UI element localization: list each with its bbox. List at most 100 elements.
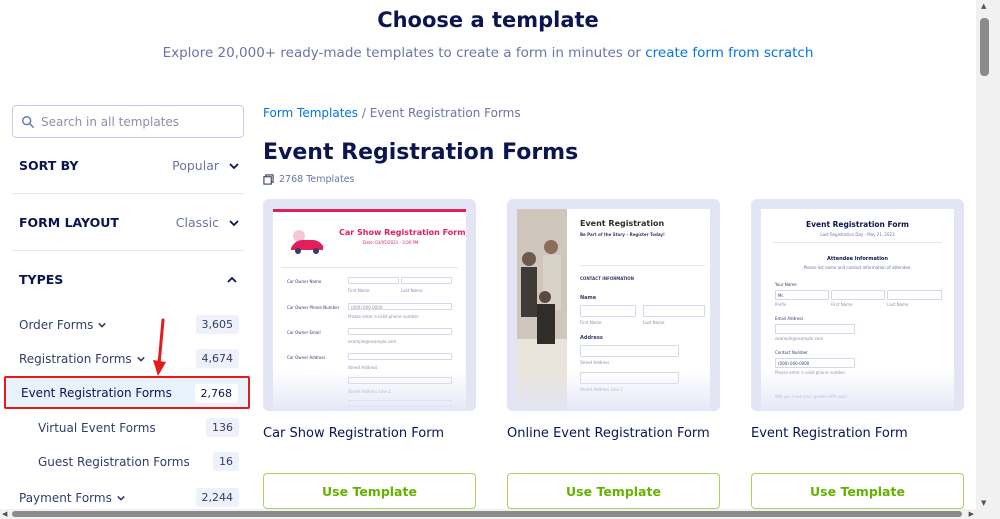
template-card-online-event[interactable]: Event Registration Be Part of the Story … <box>507 199 720 509</box>
preview-field: Car Owner Address <box>287 355 326 360</box>
chevron-up-icon[interactable] <box>227 275 237 285</box>
type-item-payment-forms[interactable]: Payment Forms 2,244 <box>19 488 239 507</box>
type-item-virtual-event-forms[interactable]: Virtual Event Forms 136 <box>38 418 239 437</box>
sort-by-value: Popular <box>172 158 219 173</box>
type-label: Virtual Event Forms <box>38 420 156 435</box>
preview-sub: Please enter a valid phone number. <box>348 314 420 319</box>
types-label: TYPES <box>19 272 64 287</box>
horizontal-scrollbar[interactable]: ◀ ▶ <box>0 509 976 519</box>
breadcrumb: Form Templates / Event Registration Form… <box>263 106 521 120</box>
scroll-up-arrow-icon[interactable]: ▲ <box>981 2 986 10</box>
scroll-down-arrow-icon[interactable]: ▼ <box>981 499 986 507</box>
preview-field: Address <box>580 335 603 341</box>
sort-by-filter[interactable]: SORT BY Popular <box>19 158 239 173</box>
preview-input <box>348 328 452 335</box>
preview-sub: First Name <box>831 302 853 307</box>
preview-input <box>348 353 452 360</box>
preview-sub: Prefix <box>775 302 787 307</box>
type-item-event-registration-forms[interactable]: Event Registration Forms 2,768 <box>4 376 250 409</box>
preview-sub: Street Address <box>580 360 610 365</box>
preview-input <box>887 290 942 300</box>
search-input[interactable] <box>41 114 231 129</box>
subtitle-text: Explore 20,000+ ready-made templates to … <box>162 45 641 61</box>
chevron-down-icon[interactable] <box>117 494 125 502</box>
preview-sub: Last Name <box>887 302 909 307</box>
preview-date: Last Registration Day - May 21, 2023 <box>820 232 895 237</box>
type-label: Payment Forms <box>19 490 112 505</box>
preview-input <box>775 324 855 334</box>
vertical-scrollbar[interactable]: ▲ ▼ <box>976 0 1000 519</box>
create-from-scratch-link[interactable]: create form from scratch <box>645 45 813 61</box>
preview-input <box>831 290 885 300</box>
template-preview[interactable]: Event Registration Be Part of the Story … <box>507 199 720 411</box>
preview-section: CONTACT INFORMATION <box>580 276 635 281</box>
template-preview[interactable]: Event Registration Form Last Registratio… <box>751 199 964 411</box>
preview-field: Car Owner Phone Number <box>287 305 340 310</box>
divider <box>281 267 458 268</box>
preview-title: Event Registration Form <box>806 220 909 229</box>
types-header[interactable]: TYPES <box>19 272 239 287</box>
template-card-car-show[interactable]: Car Show Registration Form Date: 03/05/2… <box>263 199 476 509</box>
form-layout-filter[interactable]: FORM LAYOUT Classic <box>19 215 239 230</box>
preview-field: Contact Number <box>775 350 808 355</box>
preview-section: Attendee Information <box>827 256 888 262</box>
preview-title: Event Registration <box>580 219 665 228</box>
sort-by-label: SORT BY <box>19 158 79 173</box>
preview-fade <box>263 371 476 411</box>
preview-field: Car Owner Email <box>287 330 321 335</box>
template-count: 2768 Templates <box>263 174 355 185</box>
form-layout-select[interactable]: Classic <box>176 215 239 230</box>
template-count-text: 2768 Templates <box>279 174 355 185</box>
breadcrumb-separator: / <box>361 106 366 120</box>
type-label: Registration Forms <box>19 351 132 366</box>
preview-field: Name <box>580 295 597 301</box>
template-name[interactable]: Event Registration Form <box>751 426 908 441</box>
search-icon <box>22 115 34 128</box>
preview-fade <box>507 371 720 411</box>
type-item-guest-registration-forms[interactable]: Guest Registration Forms 16 <box>38 452 239 471</box>
divider <box>773 242 942 243</box>
scroll-left-arrow-icon[interactable]: ◀ <box>2 510 7 518</box>
category-title: Event Registration Forms <box>263 140 579 165</box>
car-icon <box>291 230 323 254</box>
search-box[interactable] <box>12 105 244 138</box>
type-count: 136 <box>206 418 239 437</box>
chevron-down-icon[interactable] <box>136 355 145 363</box>
type-count: 2,244 <box>195 488 239 507</box>
template-name[interactable]: Car Show Registration Form <box>263 426 444 441</box>
use-template-button[interactable]: Use Template <box>507 473 720 509</box>
template-preview[interactable]: Car Show Registration Form Date: 03/05/2… <box>263 199 476 411</box>
red-arrow-icon <box>153 318 166 376</box>
template-card-event-registration[interactable]: Event Registration Form Last Registratio… <box>751 199 964 509</box>
divider <box>12 193 244 194</box>
template-name[interactable]: Online Event Registration Form <box>507 426 710 441</box>
type-item-order-forms[interactable]: Order Forms 3,605 <box>19 315 239 334</box>
form-layout-label: FORM LAYOUT <box>19 215 119 230</box>
use-template-button[interactable]: Use Template <box>263 473 476 509</box>
breadcrumb-root-link[interactable]: Form Templates <box>263 106 358 120</box>
preview-placeholder: (000) 000-0000 <box>351 305 383 310</box>
horizontal-scroll-thumb[interactable] <box>12 511 962 517</box>
preview-input <box>580 305 636 317</box>
chevron-down-icon[interactable] <box>98 321 107 329</box>
preview-title: Car Show Registration Form <box>339 228 466 237</box>
preview-prefix-value: Mr. <box>778 293 784 298</box>
sort-by-select[interactable]: Popular <box>172 158 239 173</box>
use-template-button[interactable]: Use Template <box>751 473 964 509</box>
preview-input <box>348 277 399 284</box>
page-subtitle: Explore 20,000+ ready-made templates to … <box>0 45 976 61</box>
vertical-scroll-thumb[interactable] <box>980 18 989 76</box>
type-label: Guest Registration Forms <box>38 454 190 469</box>
preview-fade <box>751 371 964 411</box>
preview-input <box>580 345 679 357</box>
preview-field: Car Owner Name <box>287 279 322 284</box>
chevron-down-icon <box>229 219 239 226</box>
preview-date: Date: 03/05/2021 - 3:00 PM <box>363 240 419 245</box>
preview-section-note: Please list name and contact information… <box>803 265 912 270</box>
scroll-right-arrow-icon[interactable]: ▶ <box>969 510 974 518</box>
page-heading: Choose a template <box>377 8 599 32</box>
type-count: 4,674 <box>195 349 239 368</box>
type-item-registration-forms[interactable]: Registration Forms 4,674 <box>19 349 239 368</box>
preview-sub: example@example.com <box>348 339 397 344</box>
breadcrumb-current: Event Registration Forms <box>369 106 521 120</box>
